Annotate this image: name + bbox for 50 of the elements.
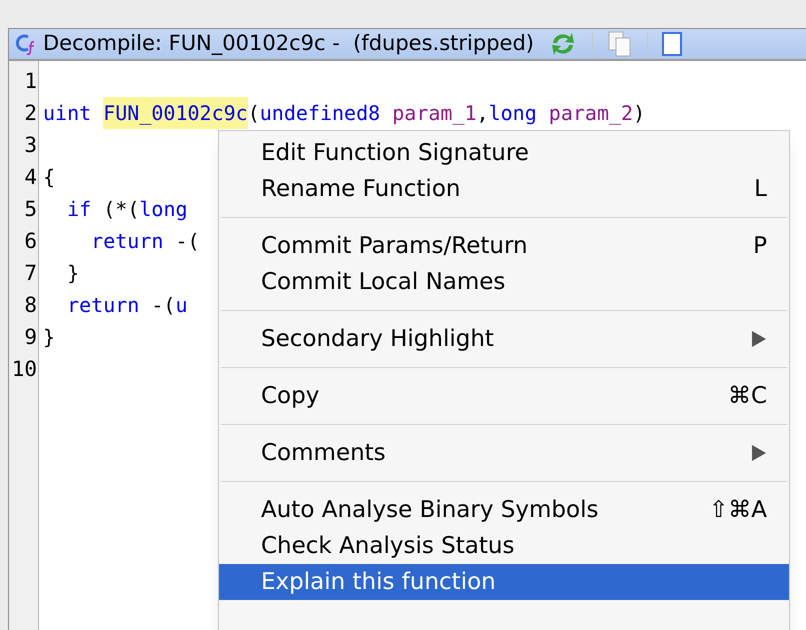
code-token: uint (43, 100, 92, 127)
line-number: 6 (23, 228, 38, 255)
line-number: 9 (23, 324, 38, 351)
line-number: 5 (23, 196, 38, 223)
decompile-icon (15, 33, 37, 55)
code-token: u (175, 292, 188, 319)
line-number: 4 (23, 164, 38, 191)
menu-item[interactable]: Commit Local Names (219, 264, 789, 300)
shortcut-label: ⇧⌘A (708, 496, 767, 525)
line-number: 3 (23, 132, 38, 159)
code-token: { (43, 164, 56, 191)
code-token: -( (151, 292, 176, 319)
toolbar-icon[interactable] (662, 32, 682, 56)
code-token: undefined8 (260, 100, 380, 127)
code-token: param_2 (548, 100, 634, 127)
copy-icon[interactable] (606, 30, 633, 58)
shortcut-label: ⌘C (728, 382, 767, 411)
code-token: } (67, 260, 80, 287)
line-number: 10 (10, 356, 38, 383)
code-token: ) (633, 100, 646, 127)
code-token: if (67, 196, 92, 223)
menu-item[interactable]: Rename Function L (219, 171, 789, 207)
code-token: param_1 (392, 100, 477, 127)
code-token: -( (175, 228, 200, 255)
menu-item[interactable]: Explain this function (219, 564, 789, 600)
menu-item[interactable]: Check Analysis Status (219, 528, 789, 564)
shortcut-label: L (754, 174, 767, 204)
code-token: , (476, 100, 489, 127)
line-number: 8 (23, 292, 38, 319)
menu-item[interactable]: Comments (219, 435, 789, 471)
code-token: (*( (103, 196, 140, 223)
menu-item[interactable]: Commit Params/Return P (219, 228, 789, 264)
line-number: 2 (23, 100, 38, 127)
code-token: return (67, 292, 140, 319)
menu-item[interactable]: Secondary Highlight (219, 321, 789, 357)
line-number: 7 (23, 260, 38, 287)
function-name: FUN_00102c9c (103, 97, 248, 129)
code-token: ( (248, 100, 260, 127)
panel-title: Decompile: FUN_00102c9c - (fdupes.stripped) (43, 30, 534, 58)
submenu-arrow-icon (751, 444, 767, 462)
code-token: long (139, 196, 188, 223)
line-number: 1 (23, 68, 38, 95)
code-token: return (91, 228, 164, 255)
code-token: long (488, 100, 537, 127)
shortcut-label: P (753, 232, 767, 261)
menu-item[interactable]: Copy ⌘C (219, 378, 789, 414)
menu-item[interactable]: Auto Analyse Binary Symbols ⇧⌘A (219, 492, 789, 528)
menu-item[interactable]: Edit Function Signature (219, 135, 789, 171)
code-token: } (43, 324, 56, 351)
submenu-arrow-icon (751, 330, 767, 348)
